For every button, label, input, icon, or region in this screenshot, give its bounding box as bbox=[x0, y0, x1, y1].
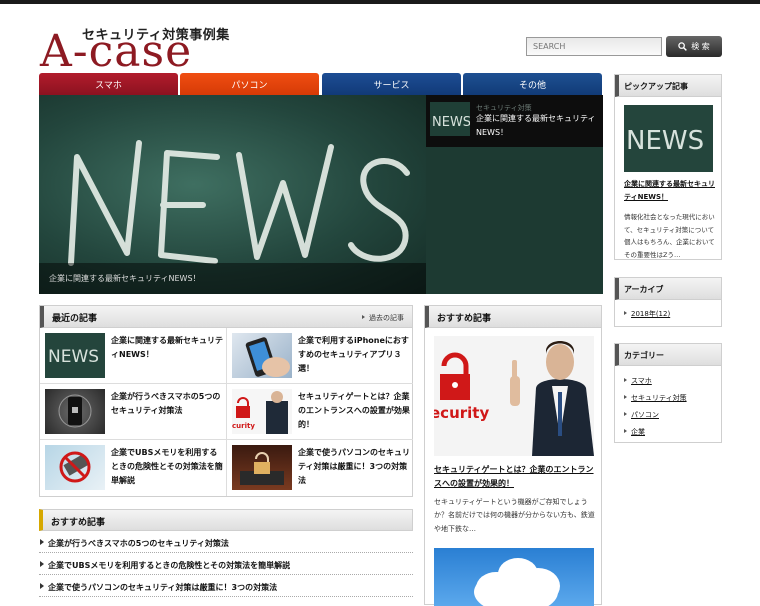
triangle-icon bbox=[624, 378, 627, 382]
article-thumb-lock-phone bbox=[45, 389, 105, 434]
recommended-panel: おすすめ記事 ecurity セキュリティゲートとは？企業のエントランスへの設置… bbox=[424, 305, 602, 606]
nav-tab-pc[interactable]: パソコン bbox=[180, 73, 319, 95]
arrow-icon bbox=[40, 561, 44, 567]
recent-item[interactable]: 企業で使うパソコンのセキュリティ対策は厳重に！3つの対策法 bbox=[227, 440, 413, 496]
arrow-icon bbox=[40, 583, 44, 589]
pickup-image[interactable]: NEWS bbox=[624, 105, 713, 172]
pickup-panel: ピックアップ記事 NEWS 企業に関連する最新セキュリティNEWS！ 情報化社会… bbox=[614, 74, 722, 260]
svg-text:NEWS: NEWS bbox=[626, 126, 704, 156]
triangle-icon bbox=[624, 311, 627, 315]
nav-label: スマホ bbox=[95, 80, 122, 91]
recent-item[interactable]: 企業が行うべきスマホの5つのセキュリティ対策法 bbox=[40, 384, 226, 440]
recommended-list-title: 企業が行うべきスマホの5つのセキュリティ対策法 bbox=[48, 539, 229, 548]
recommended-list-item[interactable]: 企業が行うべきスマホの5つのセキュリティ対策法 bbox=[39, 531, 413, 553]
recommended-image[interactable]: ecurity bbox=[434, 336, 594, 456]
slider-main-image[interactable]: 企業に関連する最新セキュリティNEWS！ bbox=[39, 95, 426, 294]
slider-side-item[interactable]: NEWS セキュリティ対策 企業に関連する最新セキュリティNEWS！ bbox=[426, 95, 603, 147]
recent-item[interactable]: 企業でUBSメモリを利用するときの危険性とその対策法を簡単解説 bbox=[40, 440, 226, 496]
recent-heading-text: 最近の記事 bbox=[52, 314, 98, 324]
triangle-icon bbox=[624, 395, 627, 399]
category-label: 企業 bbox=[631, 428, 645, 436]
svg-text:curity: curity bbox=[232, 422, 255, 430]
svg-text:NEWS: NEWS bbox=[432, 115, 470, 130]
category-item[interactable]: 企業 bbox=[624, 427, 645, 437]
category-item[interactable]: スマホ bbox=[624, 376, 652, 386]
pickup-title[interactable]: 企業に関連する最新セキュリティNEWS！ bbox=[624, 178, 718, 203]
past-articles-link[interactable]: 過去の記事 bbox=[362, 313, 404, 323]
site-logo[interactable]: A-case bbox=[40, 30, 192, 74]
nav-tab-service[interactable]: サービス bbox=[322, 73, 461, 95]
search-button[interactable]: 検 索 bbox=[666, 36, 722, 57]
pickup-description: 情報化社会となった現代において、セキュリティ対策について個人はもちろん、企業にお… bbox=[624, 213, 715, 260]
recommended-list-item[interactable]: 企業で使うパソコンのセキュリティ対策は厳重に！3つの対策法 bbox=[39, 575, 413, 597]
recommended-heading: おすすめ記事 bbox=[425, 306, 601, 328]
nav-label: パソコン bbox=[231, 80, 268, 91]
category-item[interactable]: セキュリティ対策 bbox=[624, 393, 687, 403]
category-item[interactable]: パソコン bbox=[624, 410, 659, 420]
archive-item[interactable]: 2018年(12) bbox=[624, 309, 670, 319]
recent-item[interactable]: 企業で利用するiPhoneにおすすめのセキュリティアプリ３選！ bbox=[227, 328, 413, 384]
category-panel: カテゴリー スマホ セキュリティ対策 パソコン 企業 bbox=[614, 343, 722, 443]
recommended-title[interactable]: セキュリティゲートとは？企業のエントランスへの設置が効果的！ bbox=[434, 463, 596, 492]
article-title[interactable]: 企業でUBSメモリを利用するときの危険性とその対策法を簡単解説 bbox=[111, 446, 223, 488]
archive-panel: アーカイブ 2018年(12) bbox=[614, 277, 722, 327]
article-thumb-phone bbox=[232, 333, 292, 378]
article-title[interactable]: 企業で使うパソコンのセキュリティ対策は厳重に！3つの対策法 bbox=[298, 446, 410, 488]
recent-heading: 最近の記事 過去の記事 bbox=[40, 306, 412, 328]
past-articles-label: 過去の記事 bbox=[369, 314, 404, 322]
category-label: スマホ bbox=[631, 377, 652, 385]
article-title[interactable]: 企業で利用するiPhoneにおすすめのセキュリティアプリ３選！ bbox=[298, 334, 410, 376]
recommended-list: おすすめ記事 企業が行うべきスマホの5つのセキュリティ対策法 企業でUBSメモリ… bbox=[39, 509, 413, 597]
nav-label: サービス bbox=[373, 80, 410, 91]
article-thumb-usb bbox=[45, 445, 105, 490]
recommended-list-heading: おすすめ記事 bbox=[39, 509, 413, 531]
nav-label: その他 bbox=[518, 80, 546, 91]
svg-text:ecurity: ecurity bbox=[434, 404, 489, 422]
recommended-list-item[interactable]: 企業でUBSメモリを利用するときの危険性とその対策法を簡単解説 bbox=[39, 553, 413, 575]
recommended-list-title: 企業でUBSメモリを利用するときの危険性とその対策法を簡単解説 bbox=[48, 561, 291, 570]
recommended-list-title: 企業で使うパソコンのセキュリティ対策は厳重に！3つの対策法 bbox=[48, 583, 278, 592]
search-input[interactable] bbox=[526, 37, 662, 56]
category-label: パソコン bbox=[631, 411, 659, 419]
article-title[interactable]: セキュリティゲートとは？企業のエントランスへの設置が効果的！ bbox=[298, 390, 410, 432]
search-button-label: 検 索 bbox=[691, 42, 710, 51]
top-bar bbox=[0, 0, 760, 4]
nav-tab-smartphone[interactable]: スマホ bbox=[39, 73, 178, 95]
recent-articles-panel: 最近の記事 過去の記事 NEWS 企業に関連する最新セキュリティNEWS！ 企業… bbox=[39, 305, 413, 497]
arrow-icon bbox=[40, 539, 44, 545]
recent-item[interactable]: NEWS 企業に関連する最新セキュリティNEWS！ bbox=[40, 328, 226, 384]
archive-item-label: 2018年(12) bbox=[631, 310, 671, 318]
article-thumb-security: curity bbox=[232, 389, 292, 434]
recommended-image-cloud[interactable] bbox=[434, 548, 594, 606]
recent-item[interactable]: curity セキュリティゲートとは？企業のエントランスへの設置が効果的！ bbox=[227, 384, 413, 440]
search-icon bbox=[678, 42, 688, 51]
slider-caption[interactable]: 企業に関連する最新セキュリティNEWS！ bbox=[39, 263, 426, 294]
article-title[interactable]: 企業が行うべきスマホの5つのセキュリティ対策法 bbox=[111, 390, 223, 418]
article-thumb: NEWS bbox=[45, 333, 105, 378]
nav-tab-other[interactable]: その他 bbox=[463, 73, 602, 95]
article-title[interactable]: 企業に関連する最新セキュリティNEWS！ bbox=[111, 334, 223, 362]
archive-heading: アーカイブ bbox=[615, 278, 721, 300]
triangle-icon bbox=[624, 412, 627, 416]
category-heading: カテゴリー bbox=[615, 344, 721, 366]
recommended-description: セキュリティゲートという機器がご存知でしょうか？名前だけでは何の機器が分からない… bbox=[434, 498, 595, 533]
svg-text:NEWS: NEWS bbox=[48, 347, 99, 367]
triangle-icon bbox=[624, 429, 627, 433]
slider-side-thumb: NEWS bbox=[430, 102, 470, 136]
category-label: セキュリティ対策 bbox=[631, 394, 687, 402]
slider-side-title[interactable]: 企業に関連する最新セキュリティNEWS！ bbox=[476, 112, 600, 139]
featured-slider[interactable]: 企業に関連する最新セキュリティNEWS！ NEWS セキュリティ対策 企業に関連… bbox=[39, 95, 603, 294]
pickup-heading: ピックアップ記事 bbox=[615, 75, 721, 97]
article-thumb-laptop bbox=[232, 445, 292, 490]
grid-divider bbox=[226, 328, 227, 496]
